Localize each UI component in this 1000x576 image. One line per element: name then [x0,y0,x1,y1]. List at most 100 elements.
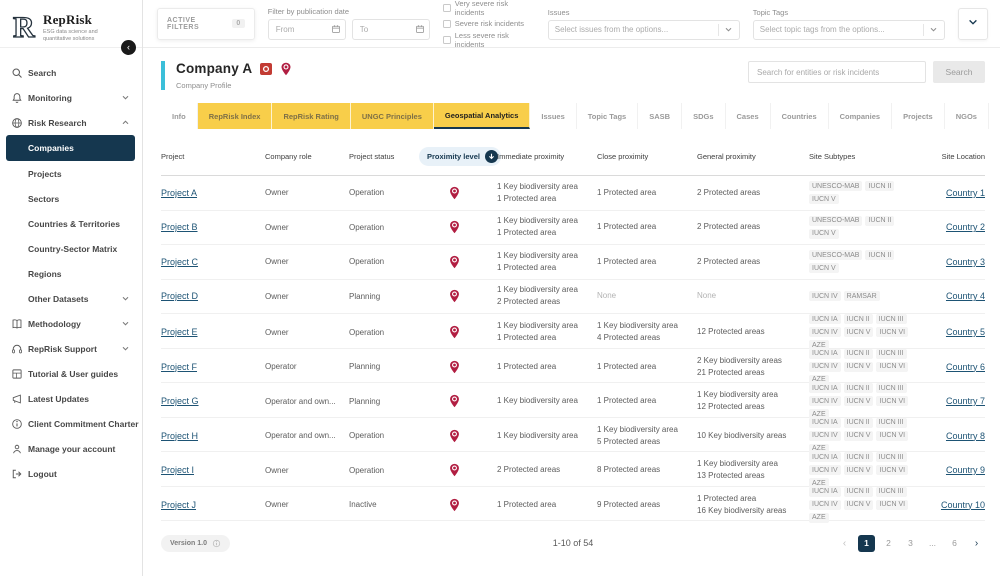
tab-info[interactable]: Info [161,103,198,129]
country-link[interactable]: Country 4 [946,291,985,301]
severity-option-very-severe-risk-incidents[interactable]: Very severe risk incidents [443,0,535,17]
publication-date-label: Filter by publication date [268,7,430,16]
topic-tags-filter: Topic Tags Select topic tags from the op… [753,8,945,40]
close-proximity-cell-line: None [597,290,689,302]
tab-sasb[interactable]: SASB [638,103,682,129]
sidebar-item-country-sector-matrix[interactable]: Country-Sector Matrix [0,236,142,261]
date-to-field [352,19,430,40]
issues-select[interactable]: Select issues from the options... [548,20,740,40]
sidebar-item-sectors[interactable]: Sectors [0,186,142,211]
tab-ungc-principles[interactable]: UNGC Principles [351,103,434,129]
site-subtype-tag: IUCN II [844,314,873,324]
tab-issues[interactable]: Issues [530,103,576,129]
entity-search-input[interactable] [748,61,926,83]
map-pin-icon [449,255,460,269]
proximity-level-cell [419,429,497,443]
country-link[interactable]: Country 8 [946,431,985,441]
tab-countries[interactable]: Countries [771,103,829,129]
proximity-level-cell [419,186,497,200]
site-subtype-tag: IUCN III [876,314,907,324]
checkbox[interactable] [443,36,451,44]
search-button[interactable]: Search [933,61,985,83]
geospatial-pin-icon [280,62,292,76]
project-link[interactable]: Project C [161,257,198,267]
page-button-3[interactable]: 3 [902,535,919,552]
sidebar-item-tutorial-user-guides[interactable]: Tutorial & User guides [0,361,142,386]
tab-topic-tags[interactable]: Topic Tags [577,103,638,129]
country-link[interactable]: Country 10 [941,500,985,510]
country-link[interactable]: Country 2 [946,222,985,232]
project-link[interactable]: Project E [161,327,198,337]
sidebar-item-countries-territories[interactable]: Countries & Territories [0,211,142,236]
tab-reprisk-rating[interactable]: RepRisk Rating [272,103,350,129]
tab-geospatial-analytics[interactable]: Geospatial Analytics [434,103,531,129]
tab-reprisk-index[interactable]: RepRisk Index [198,103,273,129]
tab-companies[interactable]: Companies [829,103,892,129]
active-filters-button[interactable]: ACTIVE FILTERS 0 [157,8,255,40]
filter-bar: ACTIVE FILTERS 0 Filter by publication d… [143,0,1000,48]
project-link[interactable]: Project H [161,431,198,441]
checkbox[interactable] [443,20,451,28]
project-status-cell: Operation [349,431,419,440]
project-link[interactable]: Project G [161,396,199,406]
proximity-sort-button[interactable] [485,150,498,163]
project-link[interactable]: Project A [161,188,197,198]
previous-page-button[interactable]: ‹ [836,535,853,552]
table-header-row: ProjectCompany roleProject statusProximi… [161,141,985,176]
sidebar-item-logout[interactable]: Logout [0,461,142,486]
page-button-2[interactable]: 2 [880,535,897,552]
page-button-1[interactable]: 1 [858,535,875,552]
map-pin-icon [449,498,460,512]
tab-cases[interactable]: Cases [726,103,771,129]
company-role-cell: Owner [265,292,349,301]
country-link[interactable]: Country 1 [946,188,985,198]
site-location-cell: Country 3 [931,257,985,267]
sidebar-item-label: Latest Updates [28,394,89,404]
tab-ngos[interactable]: NGOs [945,103,989,129]
country-link[interactable]: Country 3 [946,257,985,267]
site-location-cell: Country 10 [931,500,985,510]
sidebar-item-methodology[interactable]: Methodology [0,311,142,336]
site-subtype-tag: IUCN VI [876,327,908,337]
next-page-button[interactable]: › [968,535,985,552]
sidebar-item-projects[interactable]: Projects [0,161,142,186]
project-link[interactable]: Project F [161,362,197,372]
severity-option-severe-risk-incidents[interactable]: Severe risk incidents [443,19,535,28]
tab-projects[interactable]: Projects [892,103,945,129]
checkbox[interactable] [443,4,451,12]
topic-tags-select[interactable]: Select topic tags from the options... [753,20,945,40]
tab-sdgs[interactable]: SDGs [682,103,725,129]
sidebar-item-other-datasets[interactable]: Other Datasets [0,286,142,311]
sidebar-item-manage-your-account[interactable]: Manage your account [0,436,142,461]
reprisk-logo-mark: R [12,10,38,42]
project-link[interactable]: Project J [161,500,196,510]
projects-table: ProjectCompany roleProject statusProximi… [161,141,985,521]
close-proximity-cell-line: 8 Protected areas [597,464,689,476]
sidebar-item-label: Monitoring [28,93,72,103]
sidebar-item-latest-updates[interactable]: Latest Updates [0,386,142,411]
site-location-cell: Country 4 [931,291,985,301]
country-link[interactable]: Country 7 [946,396,985,406]
tab-campaigns[interactable]: Campaigns [989,103,1000,129]
country-link[interactable]: Country 6 [946,362,985,372]
sidebar-item-companies[interactable]: Companies [6,135,135,161]
sidebar-item-regions[interactable]: Regions [0,261,142,286]
country-link[interactable]: Country 5 [946,327,985,337]
project-link[interactable]: Project D [161,291,198,301]
project-link[interactable]: Project I [161,465,194,475]
page-button-6[interactable]: 6 [946,535,963,552]
info-icon[interactable] [212,539,221,548]
general-proximity-cell-line: 16 Key biodiversity areas [697,505,801,517]
severity-option-less-severe-risk-incidents[interactable]: Less severe risk incidents [443,31,535,49]
sidebar-item-monitoring[interactable]: Monitoring [0,85,142,110]
sidebar-item-client-commitment-charter[interactable]: Client Commitment Charter [0,411,142,436]
sidebar-item-risk-research[interactable]: Risk Research [0,110,142,135]
project-link[interactable]: Project B [161,222,198,232]
site-subtype-tag: IUCN VI [876,362,908,372]
sidebar-item-search[interactable]: Search [0,60,142,85]
country-link[interactable]: Country 9 [946,465,985,475]
sidebar-item-reprisk-support[interactable]: RepRisk Support [0,336,142,361]
project-cell: Project C [161,257,265,267]
collapse-filter-bar-button[interactable] [958,8,988,40]
sidebar-collapse-button[interactable]: ‹ [121,40,136,55]
